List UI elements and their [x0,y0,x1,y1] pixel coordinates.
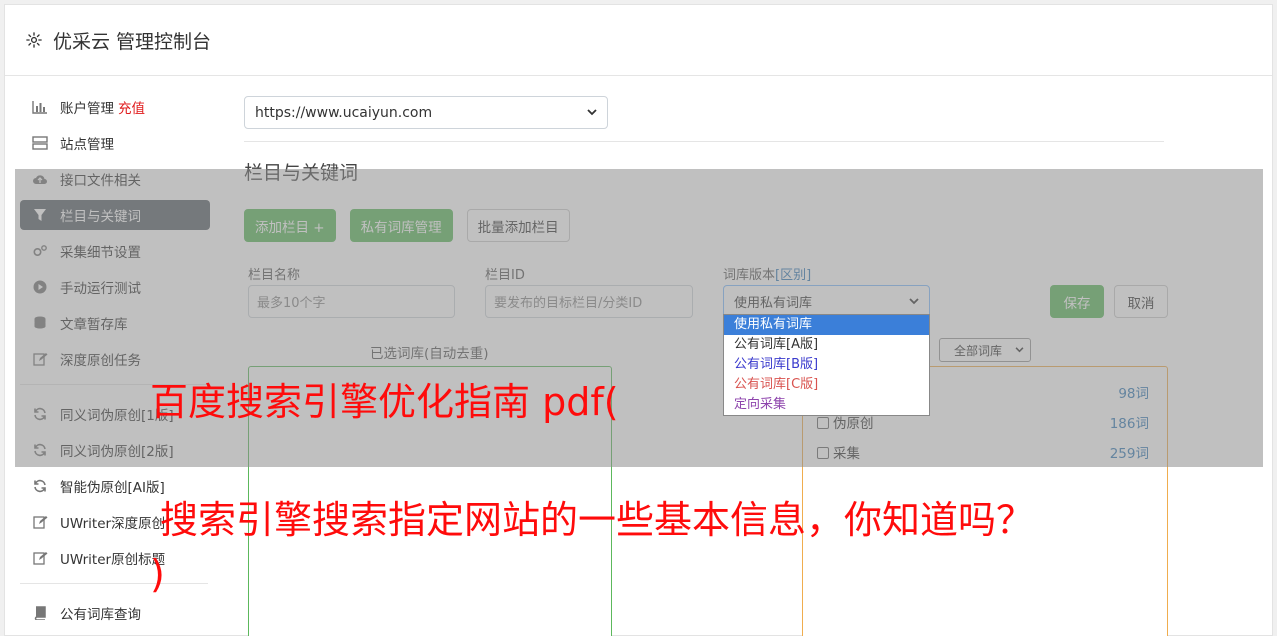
add-column-button[interactable]: 添加栏目 + [244,209,336,242]
dropdown-option[interactable]: 使用私有词库 [724,315,929,335]
divider [244,141,1164,142]
sidebar-item-interface[interactable]: 接口文件相关 [20,164,210,194]
sidebar-item-label: UWriter深度原创 [60,516,166,532]
dropdown-option[interactable]: 公有词库[B版] [724,355,929,375]
sidebar-item-label: 接口文件相关 [60,173,141,189]
button-row: 添加栏目 + 私有词库管理 批量添加栏目 [244,209,1164,242]
id-label: 栏目ID [485,268,525,283]
version-field-group: 词库版本[区别] 使用私有词库 [723,264,930,318]
bar-chart-icon [32,99,48,115]
lib-checkbox[interactable] [817,447,829,459]
edit-icon [32,514,48,530]
recharge-link[interactable]: 充值 [118,97,145,117]
sidebar-item-label: 账户管理 [60,101,114,117]
sidebar-item-manual-run[interactable]: 手动运行测试 [20,272,210,302]
play-circle-icon [32,279,48,295]
sidebar-item-deep-original[interactable]: 深度原创任务 [20,344,210,374]
lib-checkbox[interactable] [817,417,829,429]
chevron-down-icon [1015,347,1024,353]
sidebar-item-columns[interactable]: 栏目与关键词 [20,200,210,230]
save-group: 保存 [1050,285,1104,318]
sidebar-item-label: 栏目与关键词 [60,209,141,225]
cancel-button[interactable]: 取消 [1114,285,1168,318]
refresh-icon [32,478,48,494]
lib-filter-select[interactable]: 全部词库 [939,338,1031,362]
header: 优采云 管理控制台 [5,5,1272,76]
book-icon [32,605,48,621]
name-input[interactable]: 最多10个字 [248,285,455,318]
sidebar-item-public-lib[interactable]: 公有词库查询 [20,598,210,628]
cancel-group: 取消 [1114,285,1168,318]
name-field-group: 栏目名称 最多10个字 [248,264,455,318]
section-title: 栏目与关键词 [244,162,359,184]
overlay-headline-line3: ) [150,552,165,596]
site-select[interactable]: https://www.ucaiyun.com [244,96,608,129]
sidebar-item-synonym-v2[interactable]: 同义词伪原创[2版] [20,435,210,465]
lib-filter-value: 全部词库 [954,343,1003,358]
sidebar-divider [20,583,208,584]
sidebar-item-uwriter-title[interactable]: UWriter原创标题 [20,543,210,573]
version-label: 词库版本[区别] [723,268,812,283]
lib-count: 259词 [1109,446,1149,462]
overlay-headline-line1: 百度搜索引擎优化指南 pdf( [150,380,619,424]
refresh-icon [32,406,48,422]
edit-icon [32,550,48,566]
save-button[interactable]: 保存 [1050,285,1104,318]
chevron-down-icon [909,298,919,305]
sidebar-item-account[interactable]: 账户管理 充值 [20,92,210,122]
lib-name: 采集 [833,446,860,462]
name-label: 栏目名称 [248,268,301,283]
version-dropdown: 使用私有词库 公有词库[A版] 公有词库[B版] 公有词库[C版] 定向采集 [723,314,930,416]
batch-add-button[interactable]: 批量添加栏目 [466,209,570,242]
difference-link[interactable]: [区别] [775,268,811,283]
sidebar-item-label: 同义词伪原创[2版] [60,444,174,460]
sidebar-item-label: 采集细节设置 [60,245,141,261]
list-item[interactable]: 采集 259词 [803,437,1167,467]
page-title: 优采云 管理控制台 [53,30,212,53]
filter-icon [32,207,48,223]
lib-count: 98词 [1118,386,1149,402]
dropdown-option[interactable]: 公有词库[C版] [724,375,929,395]
overlay-headline-line2: 搜索引擎搜索指定网站的一些基本信息，你知道吗？ [160,498,1035,542]
database-icon [32,315,48,331]
sidebar-item-sites[interactable]: 站点管理 [20,128,210,158]
chevron-down-icon [587,109,597,116]
version-select-value: 使用私有词库 [734,296,813,311]
lib-name: 伪原创 [833,416,874,432]
site-select-value: https://www.ucaiyun.com [255,104,433,121]
selected-lib-title: 已选词库(自动去重) [370,346,489,362]
column-form: 栏目名称 最多10个字 栏目ID 要发布的目标栏目/分类ID 词库版本[区别] … [244,264,1168,324]
sidebar-item-label: 智能伪原创[AI版] [60,480,165,496]
refresh-icon [32,442,48,458]
server-icon [32,135,48,151]
sidebar-item-collect-settings[interactable]: 采集细节设置 [20,236,210,266]
sidebar-item-label: 公有词库查询 [60,607,141,623]
dropdown-option[interactable]: 定向采集 [724,395,929,415]
dropdown-option[interactable]: 公有词库[A版] [724,335,929,355]
private-lib-button[interactable]: 私有词库管理 [349,209,453,242]
sidebar-item-label: 站点管理 [60,137,114,153]
cloud-upload-icon [32,171,48,187]
panels-header: 已选词库(自动去重) 全部词库 [244,338,1164,364]
edit-icon [32,351,48,367]
sidebar: 账户管理 充值 站点管理 接口文件相关 栏目与关键词 采集细节设置 手动运行测试… [20,92,210,634]
gears-icon [32,243,48,259]
id-input[interactable]: 要发布的目标栏目/分类ID [485,285,693,318]
lib-count: 186词 [1109,416,1149,432]
sidebar-item-label: 手动运行测试 [60,281,141,297]
id-field-group: 栏目ID 要发布的目标栏目/分类ID [485,264,693,318]
main-content: https://www.ucaiyun.com 栏目与关键词 添加栏目 + 私有… [244,96,1168,636]
gear-icon [26,32,42,48]
sidebar-item-article-store[interactable]: 文章暂存库 [20,308,210,338]
sidebar-item-label: 文章暂存库 [60,317,128,333]
sidebar-item-label: 深度原创任务 [60,353,141,369]
